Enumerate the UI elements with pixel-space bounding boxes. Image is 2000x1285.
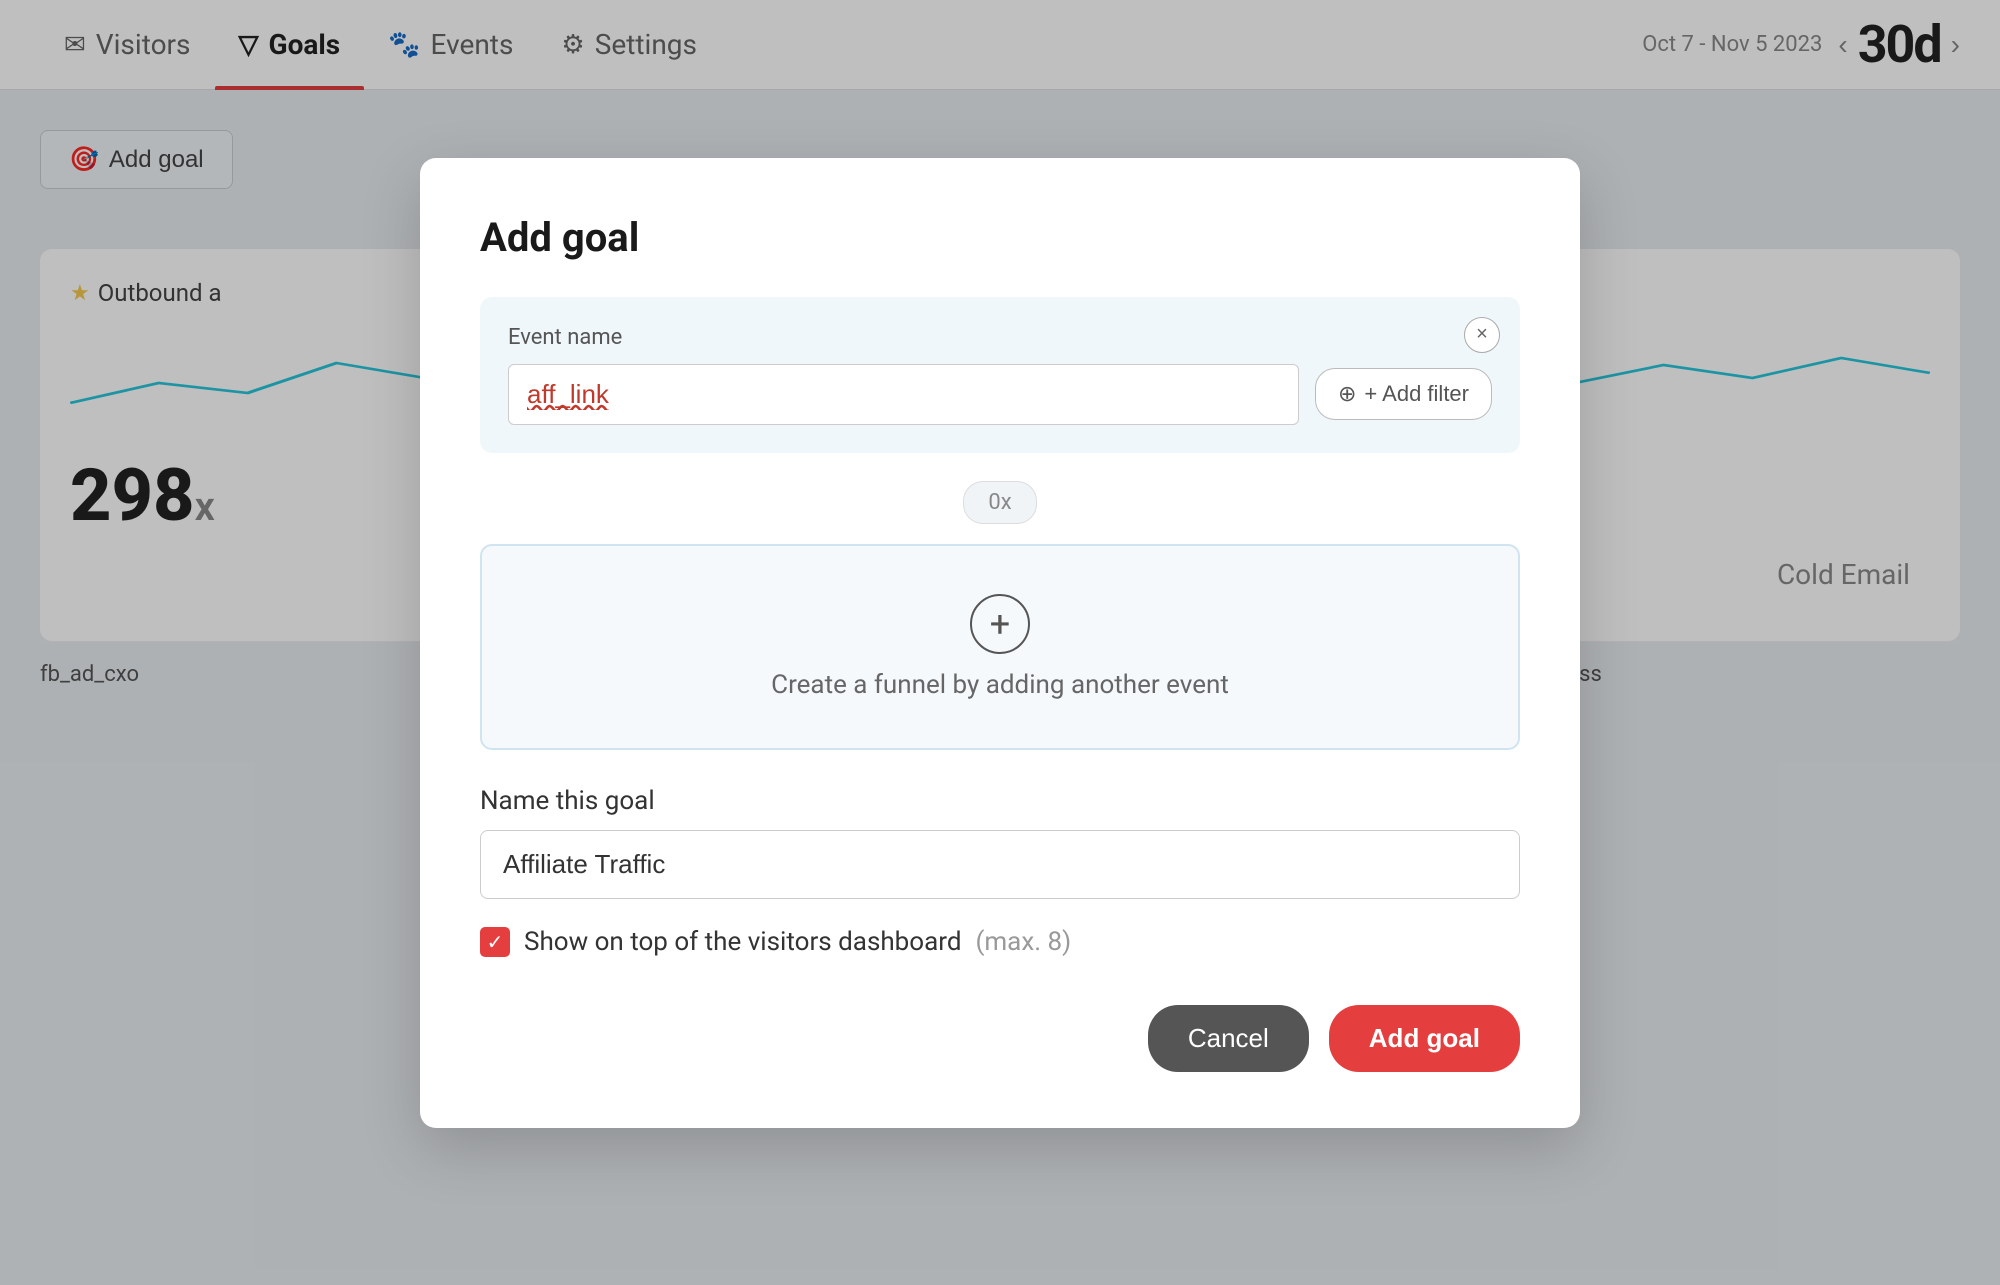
event-name-input[interactable] (508, 364, 1299, 425)
modal-overlay[interactable]: Add goal × Event name ⊕ + Add filter 0x … (0, 0, 2000, 1285)
close-icon: × (1476, 323, 1488, 346)
zero-badge-text: 0x (963, 481, 1036, 524)
name-goal-input[interactable] (480, 830, 1520, 899)
modal-title: Add goal (480, 214, 1520, 261)
add-filter-plus-icon: ⊕ (1338, 381, 1356, 407)
checkbox-label: Show on top of the visitors dashboard (524, 927, 961, 957)
add-goal-submit-button[interactable]: Add goal (1329, 1005, 1520, 1072)
add-goal-modal: Add goal × Event name ⊕ + Add filter 0x … (420, 158, 1580, 1128)
modal-actions: Cancel Add goal (480, 1005, 1520, 1072)
funnel-plus-icon: + (970, 594, 1030, 654)
checkbox-row: ✓ Show on top of the visitors dashboard … (480, 927, 1520, 957)
close-event-button[interactable]: × (1464, 317, 1500, 353)
cancel-button[interactable]: Cancel (1148, 1005, 1309, 1072)
event-section: × Event name ⊕ + Add filter (480, 297, 1520, 453)
funnel-text: Create a funnel by adding another event (771, 670, 1229, 700)
check-icon: ✓ (487, 930, 504, 954)
event-name-label: Event name (508, 325, 1492, 350)
name-goal-label: Name this goal (480, 786, 1520, 816)
add-funnel-button[interactable]: + Create a funnel by adding another even… (480, 544, 1520, 750)
checkbox-sub: (max. 8) (975, 927, 1071, 957)
add-filter-label: + Add filter (1364, 381, 1469, 407)
event-input-row: ⊕ + Add filter (508, 364, 1492, 425)
add-filter-button[interactable]: ⊕ + Add filter (1315, 368, 1492, 420)
show-dashboard-checkbox[interactable]: ✓ (480, 927, 510, 957)
zero-badge: 0x (480, 481, 1520, 524)
add-goal-submit-label: Add goal (1369, 1023, 1480, 1053)
cancel-label: Cancel (1188, 1023, 1269, 1053)
